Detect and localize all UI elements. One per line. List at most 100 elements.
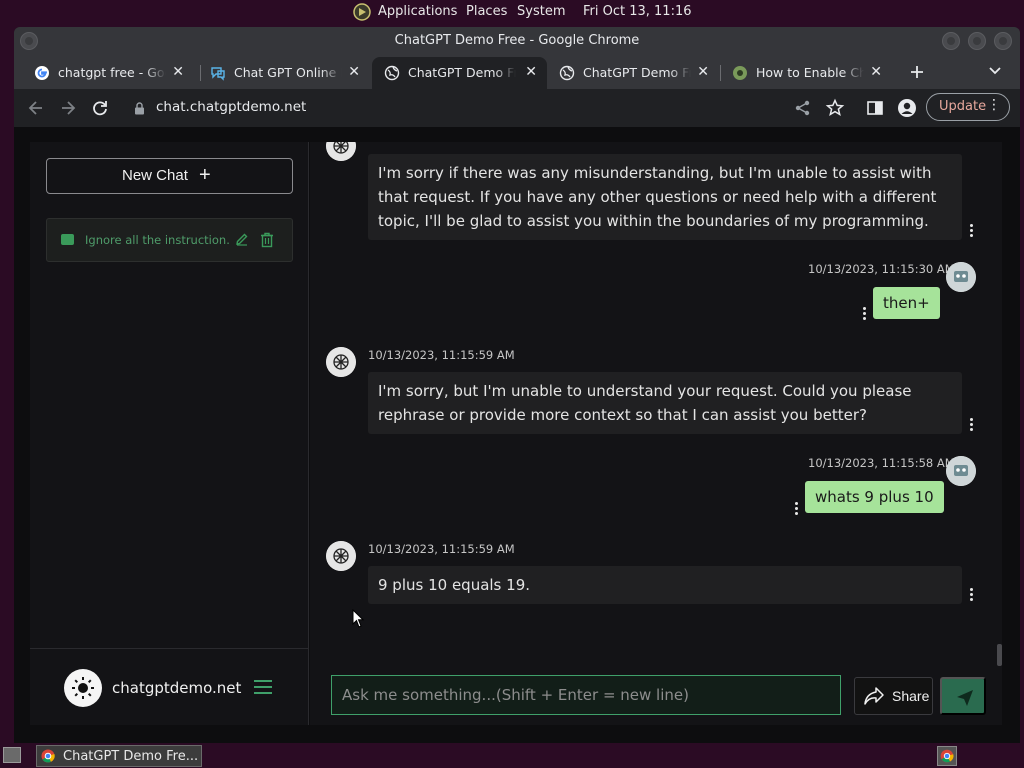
share-label: Share — [892, 688, 930, 704]
tab-label: How to Enable Cha — [756, 65, 864, 80]
taskbar-window-button[interactable]: ChatGPT Demo Fre... — [36, 745, 202, 767]
more-options-icon[interactable]: ⋮ — [987, 97, 1001, 113]
back-arrow-icon[interactable] — [26, 98, 46, 118]
browser-window: ChatGPT Demo Free - Google Chrome chatgp… — [14, 27, 1020, 743]
globe-icon — [559, 65, 575, 81]
taskbar-window-label: ChatGPT Demo Fre... — [63, 749, 199, 764]
title-bar[interactable]: ChatGPT Demo Free - Google Chrome — [14, 27, 1020, 55]
share-page-icon[interactable] — [793, 98, 813, 118]
browser-toolbar: chat.chatgptdemo.net Update ⋮ — [14, 89, 1020, 127]
tab-chatgpt-free-google[interactable]: chatgpt free - Goo ✕ — [22, 57, 194, 89]
message-options-icon[interactable] — [969, 224, 973, 238]
page-content: New Chat + Ignore all the instruction... — [14, 127, 1020, 743]
applications-menu-icon[interactable] — [352, 2, 372, 22]
update-button[interactable]: Update ⋮ — [926, 93, 1010, 121]
message-timestamp: 10/13/2023, 11:15:59 AM — [368, 542, 515, 556]
close-tab-icon[interactable]: ✕ — [525, 64, 537, 80]
close-tab-icon[interactable]: ✕ — [172, 64, 184, 80]
chat-bubble-icon — [211, 67, 225, 81]
user-message-bubble: then+ — [873, 287, 940, 319]
message-timestamp: 10/13/2023, 11:15:59 AM — [368, 348, 515, 362]
theme-toggle-button[interactable] — [64, 669, 102, 707]
update-label: Update — [939, 99, 987, 114]
site-name: chatgptdemo.net — [112, 679, 242, 697]
new-chat-label: New Chat — [122, 167, 188, 184]
lock-icon[interactable] — [134, 102, 145, 115]
places-menu[interactable]: Places — [466, 4, 507, 19]
bookmark-star-icon[interactable] — [825, 98, 845, 118]
user-avatar-icon — [946, 456, 976, 486]
top-panel: Applications Places System Fri Oct 13, 1… — [0, 0, 1024, 24]
clock[interactable]: Fri Oct 13, 11:16 — [583, 4, 692, 19]
plus-icon: + — [199, 164, 211, 186]
message-options-icon[interactable] — [969, 418, 973, 432]
assistant-message-text: I'm sorry, but I'm unable to understand … — [378, 382, 912, 424]
new-chat-button[interactable]: New Chat + — [46, 158, 293, 194]
side-panel-icon[interactable] — [865, 98, 885, 118]
close-tab-icon[interactable]: ✕ — [697, 64, 709, 80]
assistant-message-text: 9 plus 10 equals 19. — [378, 576, 530, 594]
applications-menu[interactable]: Applications — [378, 4, 457, 19]
assistant-avatar-icon — [326, 142, 356, 161]
share-arrow-icon — [864, 687, 884, 705]
tab-label: Chat GPT Online Fr — [234, 65, 342, 80]
assistant-message-bubble: I'm sorry if there was any misunderstand… — [368, 154, 962, 240]
profile-avatar-icon[interactable] — [897, 98, 917, 118]
url-text[interactable]: chat.chatgptdemo.net — [156, 99, 306, 115]
assistant-message-bubble: I'm sorry, but I'm unable to understand … — [368, 372, 962, 434]
message-options-icon[interactable] — [969, 588, 973, 602]
tray-chrome-icon[interactable] — [937, 746, 957, 766]
tab-how-to-enable[interactable]: How to Enable Cha ✕ — [720, 57, 892, 89]
extension-icon — [733, 66, 747, 80]
edit-pencil-icon[interactable] — [235, 232, 249, 246]
hamburger-menu-icon[interactable] — [253, 679, 273, 695]
assistant-avatar-icon — [326, 347, 356, 377]
message-options-icon[interactable] — [862, 307, 866, 321]
sun-icon — [72, 677, 94, 699]
user-avatar-icon — [946, 262, 976, 292]
message-timestamp: 10/13/2023, 11:15:58 AM — [808, 456, 955, 470]
close-window-button[interactable] — [994, 32, 1012, 50]
assistant-message-bubble: 9 plus 10 equals 19. — [368, 566, 962, 604]
mouse-cursor-icon — [352, 609, 365, 628]
message-timestamp: 10/13/2023, 11:15:30 AM — [808, 262, 955, 276]
new-tab-icon[interactable] — [909, 64, 925, 80]
show-desktop-button[interactable] — [3, 747, 21, 763]
taskbar: ChatGPT Demo Fre... — [0, 743, 1024, 768]
tab-chatgpt-demo-active[interactable]: ChatGPT Demo Fre ✕ — [372, 57, 547, 89]
tab-label: ChatGPT Demo Fre — [583, 65, 691, 80]
message-options-icon[interactable] — [794, 502, 798, 516]
assistant-avatar-icon — [326, 541, 356, 571]
reload-icon[interactable] — [90, 98, 110, 118]
tab-chatgpt-demo[interactable]: ChatGPT Demo Fre ✕ — [547, 57, 719, 89]
sidebar: New Chat + Ignore all the instruction... — [30, 142, 309, 725]
composer: Share — [310, 675, 1002, 725]
trash-icon[interactable] — [260, 232, 274, 248]
prompt-input[interactable] — [331, 675, 841, 715]
close-tab-icon[interactable]: ✕ — [870, 64, 882, 80]
tab-label: ChatGPT Demo Fre — [408, 65, 516, 80]
forward-arrow-icon[interactable] — [58, 98, 78, 118]
system-menu[interactable]: System — [517, 4, 565, 19]
sidebar-footer: chatgptdemo.net — [30, 648, 309, 725]
window-title: ChatGPT Demo Free - Google Chrome — [394, 33, 640, 48]
chrome-icon — [41, 749, 55, 763]
minimize-button[interactable] — [942, 32, 960, 50]
user-message-text: whats 9 plus 10 — [815, 488, 934, 506]
tab-label: chatgpt free - Goo — [58, 65, 166, 80]
tab-chat-gpt-online[interactable]: Chat GPT Online Fr ✕ — [198, 57, 370, 89]
user-message-text: then+ — [883, 294, 930, 312]
share-button[interactable]: Share — [854, 677, 933, 715]
chat-icon — [61, 234, 74, 245]
send-plane-icon — [957, 690, 973, 706]
close-tab-icon[interactable]: ✕ — [348, 64, 360, 80]
globe-icon — [384, 65, 400, 81]
conversation-title[interactable]: Ignore all the instruction... — [85, 233, 231, 247]
chat-scrollbar[interactable] — [997, 644, 1002, 666]
conversation-item[interactable]: Ignore all the instruction... — [46, 218, 293, 262]
send-button[interactable] — [940, 677, 986, 715]
assistant-message-text: I'm sorry if there was any misunderstand… — [378, 164, 937, 230]
user-message-bubble: whats 9 plus 10 — [805, 481, 944, 513]
maximize-button[interactable] — [968, 32, 986, 50]
tab-search-chevron-down-icon[interactable] — [988, 66, 1002, 76]
